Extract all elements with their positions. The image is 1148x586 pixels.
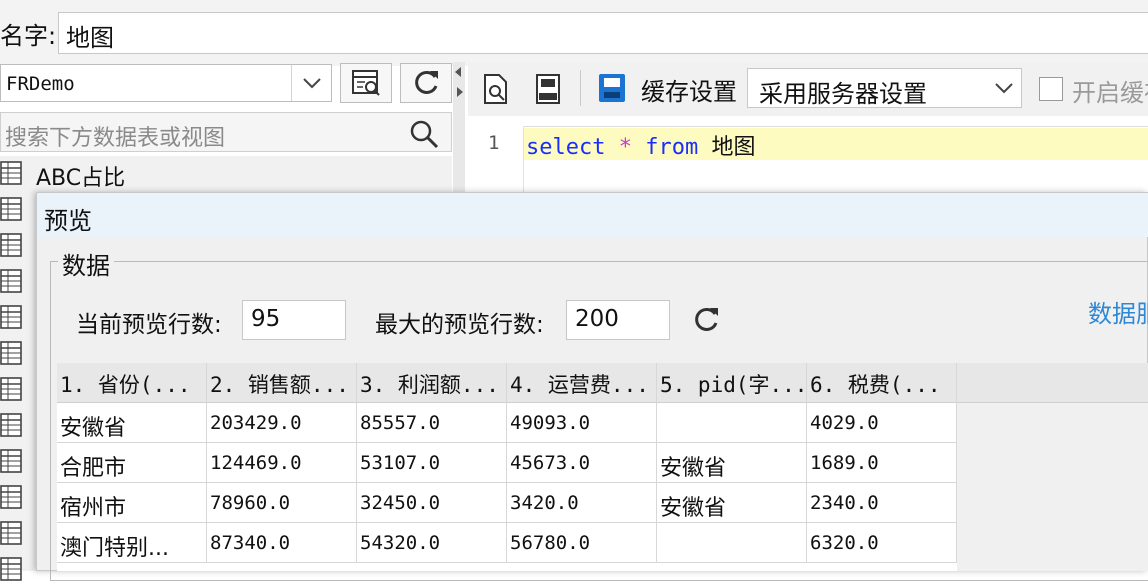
search-icon[interactable]: [409, 119, 439, 153]
table-cell[interactable]: 1689.0: [807, 443, 957, 483]
table-icon: [0, 196, 24, 222]
table-cell[interactable]: [657, 523, 807, 563]
chevron-down-icon[interactable]: [986, 69, 1022, 107]
table-cell[interactable]: 203429.0: [207, 403, 357, 443]
table-cell[interactable]: 6320.0: [807, 523, 957, 563]
cache-settings-icon[interactable]: [596, 70, 628, 106]
table-cell[interactable]: 54320.0: [357, 523, 507, 563]
chevron-down-icon[interactable]: [291, 65, 331, 101]
datasource-select-value: FRDemo: [6, 73, 75, 95]
table-icon: [0, 304, 24, 330]
table-cell[interactable]: 78960.0: [207, 483, 357, 523]
max-preview-rows-label: 最大的预览行数:: [375, 312, 544, 338]
table-cell[interactable]: 合肥市: [57, 443, 207, 483]
column-header[interactable]: 6. 税费(...: [807, 363, 957, 403]
line-number: 1: [488, 132, 500, 154]
table-cell[interactable]: 3420.0: [507, 483, 657, 523]
data-group-label: 数据: [58, 246, 114, 281]
cache-settings-label: 缓存设置: [641, 78, 737, 106]
toolbar-divider: [580, 70, 581, 106]
table-icon: [0, 376, 24, 402]
table-cell[interactable]: 85557.0: [357, 403, 507, 443]
table-icon: [0, 340, 24, 366]
table-cell[interactable]: 124469.0: [207, 443, 357, 483]
table-cell[interactable]: 4029.0: [807, 403, 957, 443]
pane-splitter[interactable]: [453, 62, 465, 192]
data-link[interactable]: 数据服: [1088, 294, 1148, 329]
sql-keyword-from: from: [645, 135, 699, 160]
refresh-icon: [695, 307, 718, 331]
refresh-icon: [415, 70, 438, 94]
table-cell[interactable]: 32450.0: [357, 483, 507, 523]
cache-settings-select[interactable]: 采用服务器设置: [747, 68, 1022, 108]
refresh-preview-button[interactable]: [688, 302, 724, 338]
table-icon: [0, 232, 24, 258]
dataset-name-input[interactable]: 地图: [58, 12, 1148, 54]
name-label: 名字:: [0, 22, 57, 50]
enable-cache-label: 开启缓存: [1072, 79, 1148, 107]
table-icon: [0, 448, 24, 474]
table-icon: [0, 484, 24, 510]
refresh-datasource-button[interactable]: [400, 63, 452, 103]
dialog-title-bar[interactable]: [37, 193, 1148, 237]
table-icon: [0, 520, 24, 546]
table-cell[interactable]: 45673.0: [507, 443, 657, 483]
table-cell[interactable]: 安徽省: [57, 403, 207, 443]
table-icon: [0, 268, 24, 294]
datasource-select[interactable]: FRDemo: [0, 64, 332, 102]
table-icon: [0, 556, 24, 582]
column-header[interactable]: 3. 利润额...: [357, 363, 507, 403]
preview-sql-icon[interactable]: [480, 72, 512, 106]
table-cell[interactable]: 2340.0: [807, 483, 957, 523]
preview-table-icon: [352, 70, 380, 96]
table-search-box[interactable]: 搜索下方数据表或视图: [0, 112, 452, 152]
sql-star: *: [618, 135, 632, 160]
sql-keyword-select: select: [526, 135, 606, 160]
sql-file-icon[interactable]: [532, 72, 564, 106]
table-cell[interactable]: 53107.0: [357, 443, 507, 483]
max-preview-rows-input[interactable]: 200: [566, 300, 670, 340]
preview-datasource-button[interactable]: [340, 63, 392, 103]
table-cell[interactable]: 56780.0: [507, 523, 657, 563]
enable-cache-checkbox[interactable]: [1039, 77, 1063, 101]
table-cell[interactable]: 安徽省: [657, 483, 807, 523]
table-cell[interactable]: 澳门特别...: [57, 523, 207, 563]
column-header[interactable]: 1. 省份(...: [57, 363, 207, 403]
current-preview-rows-label: 当前预览行数:: [76, 312, 222, 338]
column-header[interactable]: 5. pid(字...: [657, 363, 807, 403]
column-header[interactable]: 4. 运营费...: [507, 363, 657, 403]
grid-empty-area: [957, 403, 1148, 571]
table-search-input[interactable]: 搜索下方数据表或视图: [5, 120, 225, 152]
table-cell[interactable]: [657, 403, 807, 443]
current-preview-rows-field: 95: [242, 300, 346, 340]
sql-table-name: 地图: [711, 135, 756, 160]
sql-text-line[interactable]: select * from 地图: [526, 129, 755, 161]
table-cell[interactable]: 49093.0: [507, 403, 657, 443]
table-cell[interactable]: 87340.0: [207, 523, 357, 563]
column-header[interactable]: 2. 销售额...: [207, 363, 357, 403]
table-icon: [0, 160, 24, 186]
cache-select-value: 采用服务器设置: [759, 80, 927, 108]
table-cell[interactable]: 安徽省: [657, 443, 807, 483]
table-icon: [0, 412, 24, 438]
table-list-item-label[interactable]: ABC占比: [36, 160, 125, 192]
table-cell[interactable]: 宿州市: [57, 483, 207, 523]
dialog-title: 预览: [44, 207, 92, 235]
